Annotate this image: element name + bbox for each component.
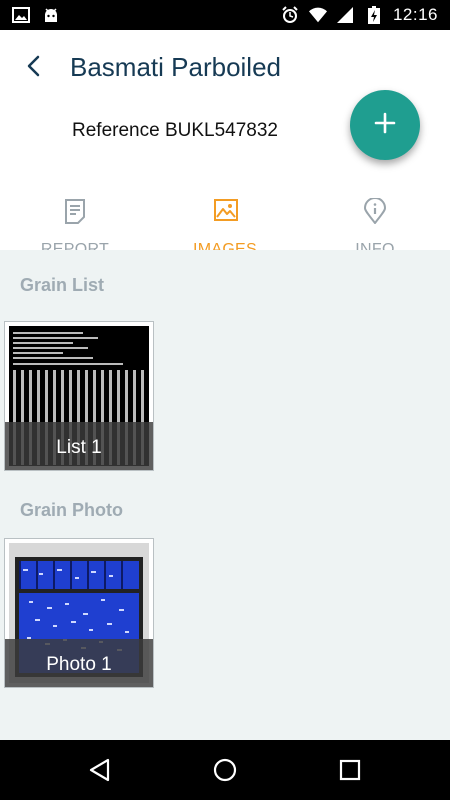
battery-charging-icon (365, 6, 383, 24)
plus-icon (373, 111, 397, 140)
grain-photo-thumbnail[interactable]: Photo 1 (4, 538, 154, 688)
images-content: Grain List List 1 Grain Photo Photo 1 (0, 250, 450, 740)
clock: 12:16 (392, 5, 438, 24)
signal-icon (336, 6, 355, 24)
reference-label: Reference BUKL547832 (72, 120, 278, 141)
thumbnail-caption: Photo 1 (5, 639, 153, 687)
grain-photo-heading: Grain Photo (20, 500, 123, 520)
report-icon (63, 198, 87, 224)
grain-list-heading: Grain List (20, 275, 105, 295)
image-icon (213, 198, 238, 224)
android-icon (42, 6, 60, 24)
image-icon (12, 6, 30, 24)
home-circle-icon[interactable] (209, 754, 241, 786)
status-bar: 12:16 (0, 0, 450, 30)
app-header: Basmati Parboiled Reference BUKL547832 R… (0, 30, 450, 280)
system-nav-bar (0, 740, 450, 800)
add-button[interactable] (350, 90, 420, 160)
wifi-icon (308, 6, 327, 24)
grain-list-thumbnail[interactable]: List 1 (4, 321, 154, 471)
thumbnail-caption: List 1 (5, 422, 153, 470)
recents-square-icon[interactable] (334, 754, 366, 786)
page-title: Basmati Parboiled (70, 52, 281, 82)
back-triangle-icon[interactable] (84, 754, 116, 786)
back-arrow-icon[interactable] (20, 52, 48, 80)
alarm-icon (281, 6, 299, 24)
info-pin-icon (363, 197, 387, 225)
